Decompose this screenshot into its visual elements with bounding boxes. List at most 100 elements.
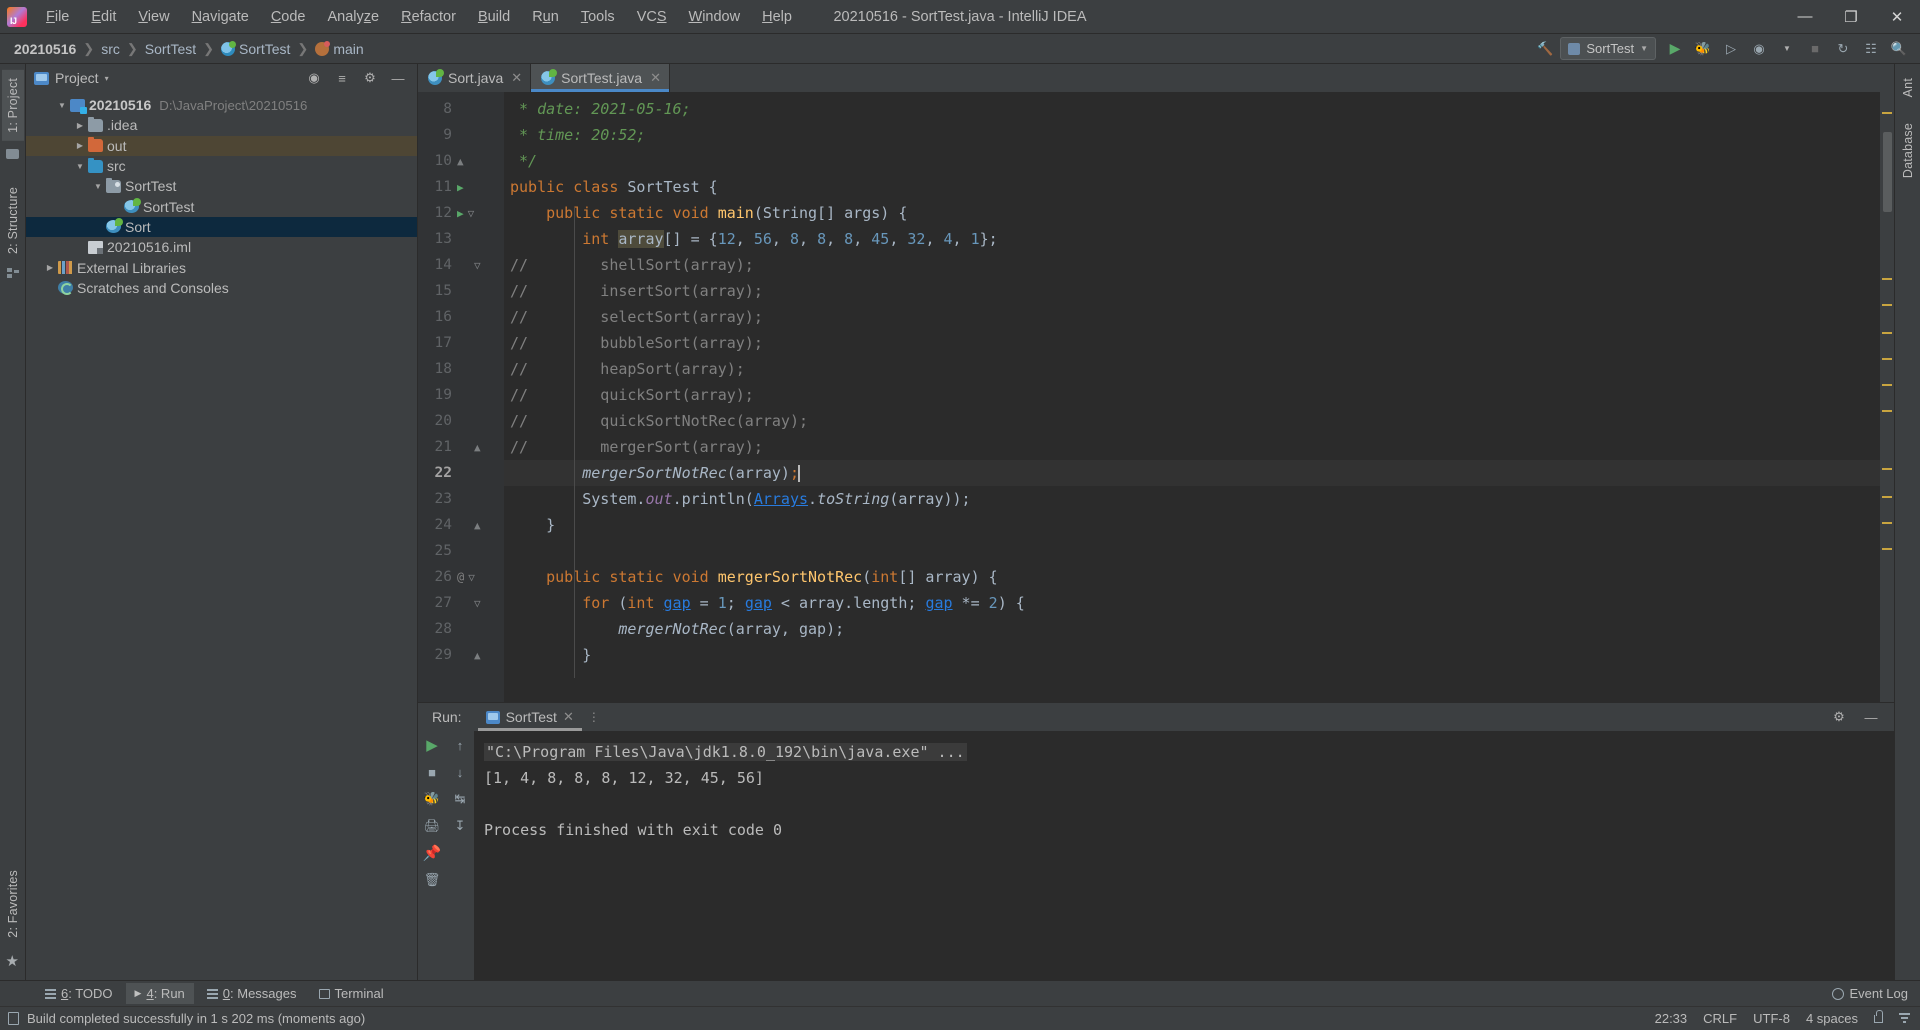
- marker[interactable]: [1882, 332, 1892, 334]
- folder-icon[interactable]: [6, 148, 19, 159]
- tree-row-out[interactable]: ▶ out: [26, 135, 417, 156]
- sidebar-tab-project[interactable]: 1: Project: [1, 70, 24, 141]
- breadcrumb-method[interactable]: main: [311, 40, 367, 58]
- fold-icon[interactable]: ▽: [468, 207, 475, 220]
- menu-code[interactable]: Code: [260, 5, 317, 29]
- up-icon[interactable]: ↑: [452, 737, 468, 753]
- hide-icon[interactable]: —: [385, 66, 411, 90]
- breadcrumb-project[interactable]: 20210516: [10, 40, 80, 58]
- run-tab-sorttest[interactable]: SortTest ✕: [477, 703, 583, 731]
- fold-end-icon[interactable]: ▲: [457, 155, 464, 168]
- scroll-end-icon[interactable]: ↧: [452, 818, 468, 834]
- console-output[interactable]: "C:\Program Files\Java\jdk1.8.0_192\bin\…: [474, 731, 1894, 980]
- menu-view[interactable]: View: [127, 5, 180, 29]
- print-icon[interactable]: 🖨: [424, 818, 441, 834]
- menu-run[interactable]: Run: [521, 5, 570, 29]
- more-icon[interactable]: ⋮: [588, 710, 600, 724]
- bottom-tab-run[interactable]: ▶ 4: Run: [125, 983, 194, 1004]
- marker[interactable]: [1882, 278, 1892, 280]
- trash-icon[interactable]: 🗑: [424, 872, 441, 888]
- chevron-right-icon[interactable]: ▶: [74, 121, 86, 130]
- gear-icon[interactable]: ⚙: [357, 66, 383, 90]
- chevron-down-icon[interactable]: ▼: [1774, 37, 1800, 61]
- menu-build[interactable]: Build: [467, 5, 521, 29]
- close-icon[interactable]: ✕: [511, 70, 522, 86]
- fold-icon[interactable]: ▽: [474, 259, 481, 272]
- tree-row-package[interactable]: ▼ SortTest: [26, 176, 417, 196]
- close-icon[interactable]: ✕: [563, 709, 574, 725]
- status-encoding[interactable]: UTF-8: [1753, 1011, 1790, 1026]
- bottom-tab-messages[interactable]: 0: Messages: [198, 983, 306, 1004]
- fold-end-icon[interactable]: ▲: [474, 519, 481, 532]
- chevron-down-icon[interactable]: ▼: [56, 101, 68, 110]
- marker[interactable]: [1882, 522, 1892, 524]
- tree-row-scratches[interactable]: Scratches and Consoles: [26, 278, 417, 298]
- sidebar-tab-database[interactable]: Database: [1897, 115, 1919, 186]
- fold-end-icon[interactable]: ▲: [474, 441, 481, 454]
- fold-icon[interactable]: ▽: [468, 571, 475, 584]
- code-content[interactable]: * date: 2021-05-16; * time: 20:52; */ pu…: [504, 92, 1880, 702]
- menu-tools[interactable]: Tools: [570, 5, 626, 29]
- breadcrumb-package[interactable]: SortTest: [141, 40, 200, 58]
- marker[interactable]: [1882, 496, 1892, 498]
- sidebar-tab-ant[interactable]: Ant: [1897, 70, 1919, 105]
- debug-icon[interactable]: 🐝: [1690, 37, 1716, 61]
- menu-window[interactable]: Window: [678, 5, 752, 29]
- bottom-tab-todo[interactable]: 6: TODO: [36, 983, 122, 1004]
- menu-navigate[interactable]: Navigate: [181, 5, 260, 29]
- search-icon[interactable]: 🔍: [1886, 37, 1912, 61]
- debug-rerun-icon[interactable]: 🐝: [424, 791, 440, 807]
- tree-row-external-libraries[interactable]: ▶ External Libraries: [26, 257, 417, 277]
- lock-icon[interactable]: [1874, 1009, 1883, 1023]
- editor-marker-strip[interactable]: [1880, 92, 1894, 702]
- sidebar-tab-structure[interactable]: 2: Structure: [2, 179, 24, 262]
- chevron-down-icon[interactable]: ▾: [105, 74, 109, 83]
- status-time[interactable]: 22:33: [1655, 1011, 1688, 1026]
- structure-icon[interactable]: [6, 267, 19, 278]
- override-icon[interactable]: @: [457, 570, 464, 584]
- soft-wrap-icon[interactable]: ↹: [452, 791, 468, 807]
- profiler-icon[interactable]: ◉: [1746, 37, 1772, 61]
- bottom-tab-terminal[interactable]: Terminal: [310, 983, 393, 1004]
- run-configuration-selector[interactable]: SortTest ▼: [1560, 37, 1656, 60]
- event-log-button[interactable]: Event Log: [1832, 986, 1908, 1001]
- close-icon[interactable]: ✕: [650, 70, 661, 86]
- status-indent[interactable]: 4 spaces: [1806, 1011, 1858, 1026]
- chevron-right-icon[interactable]: ▶: [44, 263, 56, 272]
- editor-scrollbar-thumb[interactable]: [1883, 132, 1892, 212]
- marker[interactable]: [1882, 112, 1892, 114]
- menu-refactor[interactable]: Refactor: [390, 5, 467, 29]
- stop-icon[interactable]: ■: [424, 764, 440, 780]
- chevron-down-icon[interactable]: ▼: [74, 162, 86, 171]
- code-editor[interactable]: 8 9 10 ▲ 11 ▶ 12 ▶ ▽ 13 14 ▽ 15 16 17 18 19 2…: [418, 92, 1894, 702]
- target-icon[interactable]: ◉: [301, 66, 327, 90]
- tab-sort-java[interactable]: Sort.java ✕: [418, 64, 532, 92]
- tree-row-module[interactable]: ▼ 20210516 D:\JavaProject\20210516: [26, 95, 417, 115]
- chevron-right-icon[interactable]: ▶: [74, 141, 86, 150]
- run-gutter-icon[interactable]: ▶: [457, 181, 464, 194]
- down-icon[interactable]: ↓: [452, 764, 468, 780]
- breadcrumb-class[interactable]: SortTest: [217, 40, 294, 58]
- update-icon[interactable]: ↻: [1830, 37, 1856, 61]
- fold-icon[interactable]: ▽: [474, 597, 481, 610]
- sidebar-tab-favorites[interactable]: 2: Favorites: [2, 862, 24, 946]
- maximize-button[interactable]: ❐: [1828, 0, 1874, 34]
- tab-sorttest-java[interactable]: SortTest.java ✕: [531, 64, 670, 92]
- run-gutter-icon[interactable]: ▶: [457, 207, 464, 220]
- hide-icon[interactable]: —: [1858, 705, 1884, 729]
- menu-vcs[interactable]: VCS: [626, 5, 678, 29]
- tree-row-class-sort[interactable]: Sort: [26, 216, 417, 238]
- star-icon[interactable]: ★: [6, 952, 20, 970]
- marker[interactable]: [1882, 410, 1892, 412]
- menu-help[interactable]: Help: [751, 5, 803, 29]
- marker[interactable]: [1882, 358, 1892, 360]
- editor-gutter[interactable]: 8 9 10 ▲ 11 ▶ 12 ▶ ▽ 13 14 ▽ 15 16 17 18 19 2…: [418, 92, 504, 702]
- layout-icon[interactable]: ☷: [1858, 37, 1884, 61]
- tree-row-class-sorttest[interactable]: SortTest: [26, 196, 417, 216]
- hammer-icon[interactable]: 🔨: [1532, 37, 1558, 61]
- menu-analyze[interactable]: Analyze: [317, 5, 391, 29]
- stop-icon[interactable]: ■: [1802, 37, 1828, 61]
- marker[interactable]: [1882, 548, 1892, 550]
- menu-file[interactable]: File: [35, 5, 80, 29]
- status-line-separator[interactable]: CRLF: [1703, 1011, 1737, 1026]
